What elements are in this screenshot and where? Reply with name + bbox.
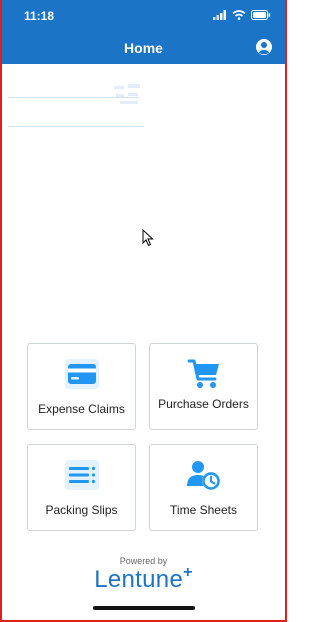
module-grid: Expense Claims Purchase Orders Packing S… — [27, 343, 260, 532]
wifi-icon — [232, 10, 246, 20]
page-title: Home — [124, 40, 163, 56]
status-time: 11:18 — [24, 9, 55, 23]
tile-label: Packing Slips — [45, 503, 118, 517]
time-sheets-tile[interactable]: Time Sheets — [149, 444, 258, 531]
credit-card-icon — [64, 359, 99, 389]
home-content — [2, 64, 285, 620]
brand-name: Lentune — [94, 566, 184, 593]
render-artifact-line — [8, 126, 144, 127]
mouse-pointer-icon — [142, 229, 154, 247]
app-screen: 11:18 Home Expense Claims Purchase Order… — [0, 0, 287, 622]
battery-icon — [251, 10, 271, 20]
user-clock-icon — [186, 461, 220, 490]
purchase-orders-tile[interactable]: Purchase Orders — [149, 343, 258, 430]
profile-button[interactable] — [255, 38, 273, 56]
home-indicator[interactable] — [93, 606, 195, 610]
expense-claims-tile[interactable]: Expense Claims — [27, 343, 136, 430]
user-account-icon — [256, 39, 272, 55]
brand-logo: Lentune+ — [2, 564, 285, 594]
powered-by-text: Powered by — [119, 556, 168, 566]
shopping-cart-icon — [187, 359, 219, 388]
render-artifact-glyph — [114, 84, 140, 104]
list-icon — [64, 460, 99, 490]
tile-label: Expense Claims — [38, 402, 125, 416]
signal-icon — [213, 10, 226, 20]
tile-label: Purchase Orders — [158, 397, 249, 411]
brand-plus-mark: + — [183, 564, 193, 581]
tile-label: Time Sheets — [170, 503, 237, 517]
status-icons — [213, 10, 271, 20]
top-app-bar: 11:18 Home — [2, 0, 285, 64]
packing-slips-tile[interactable]: Packing Slips — [27, 444, 136, 531]
